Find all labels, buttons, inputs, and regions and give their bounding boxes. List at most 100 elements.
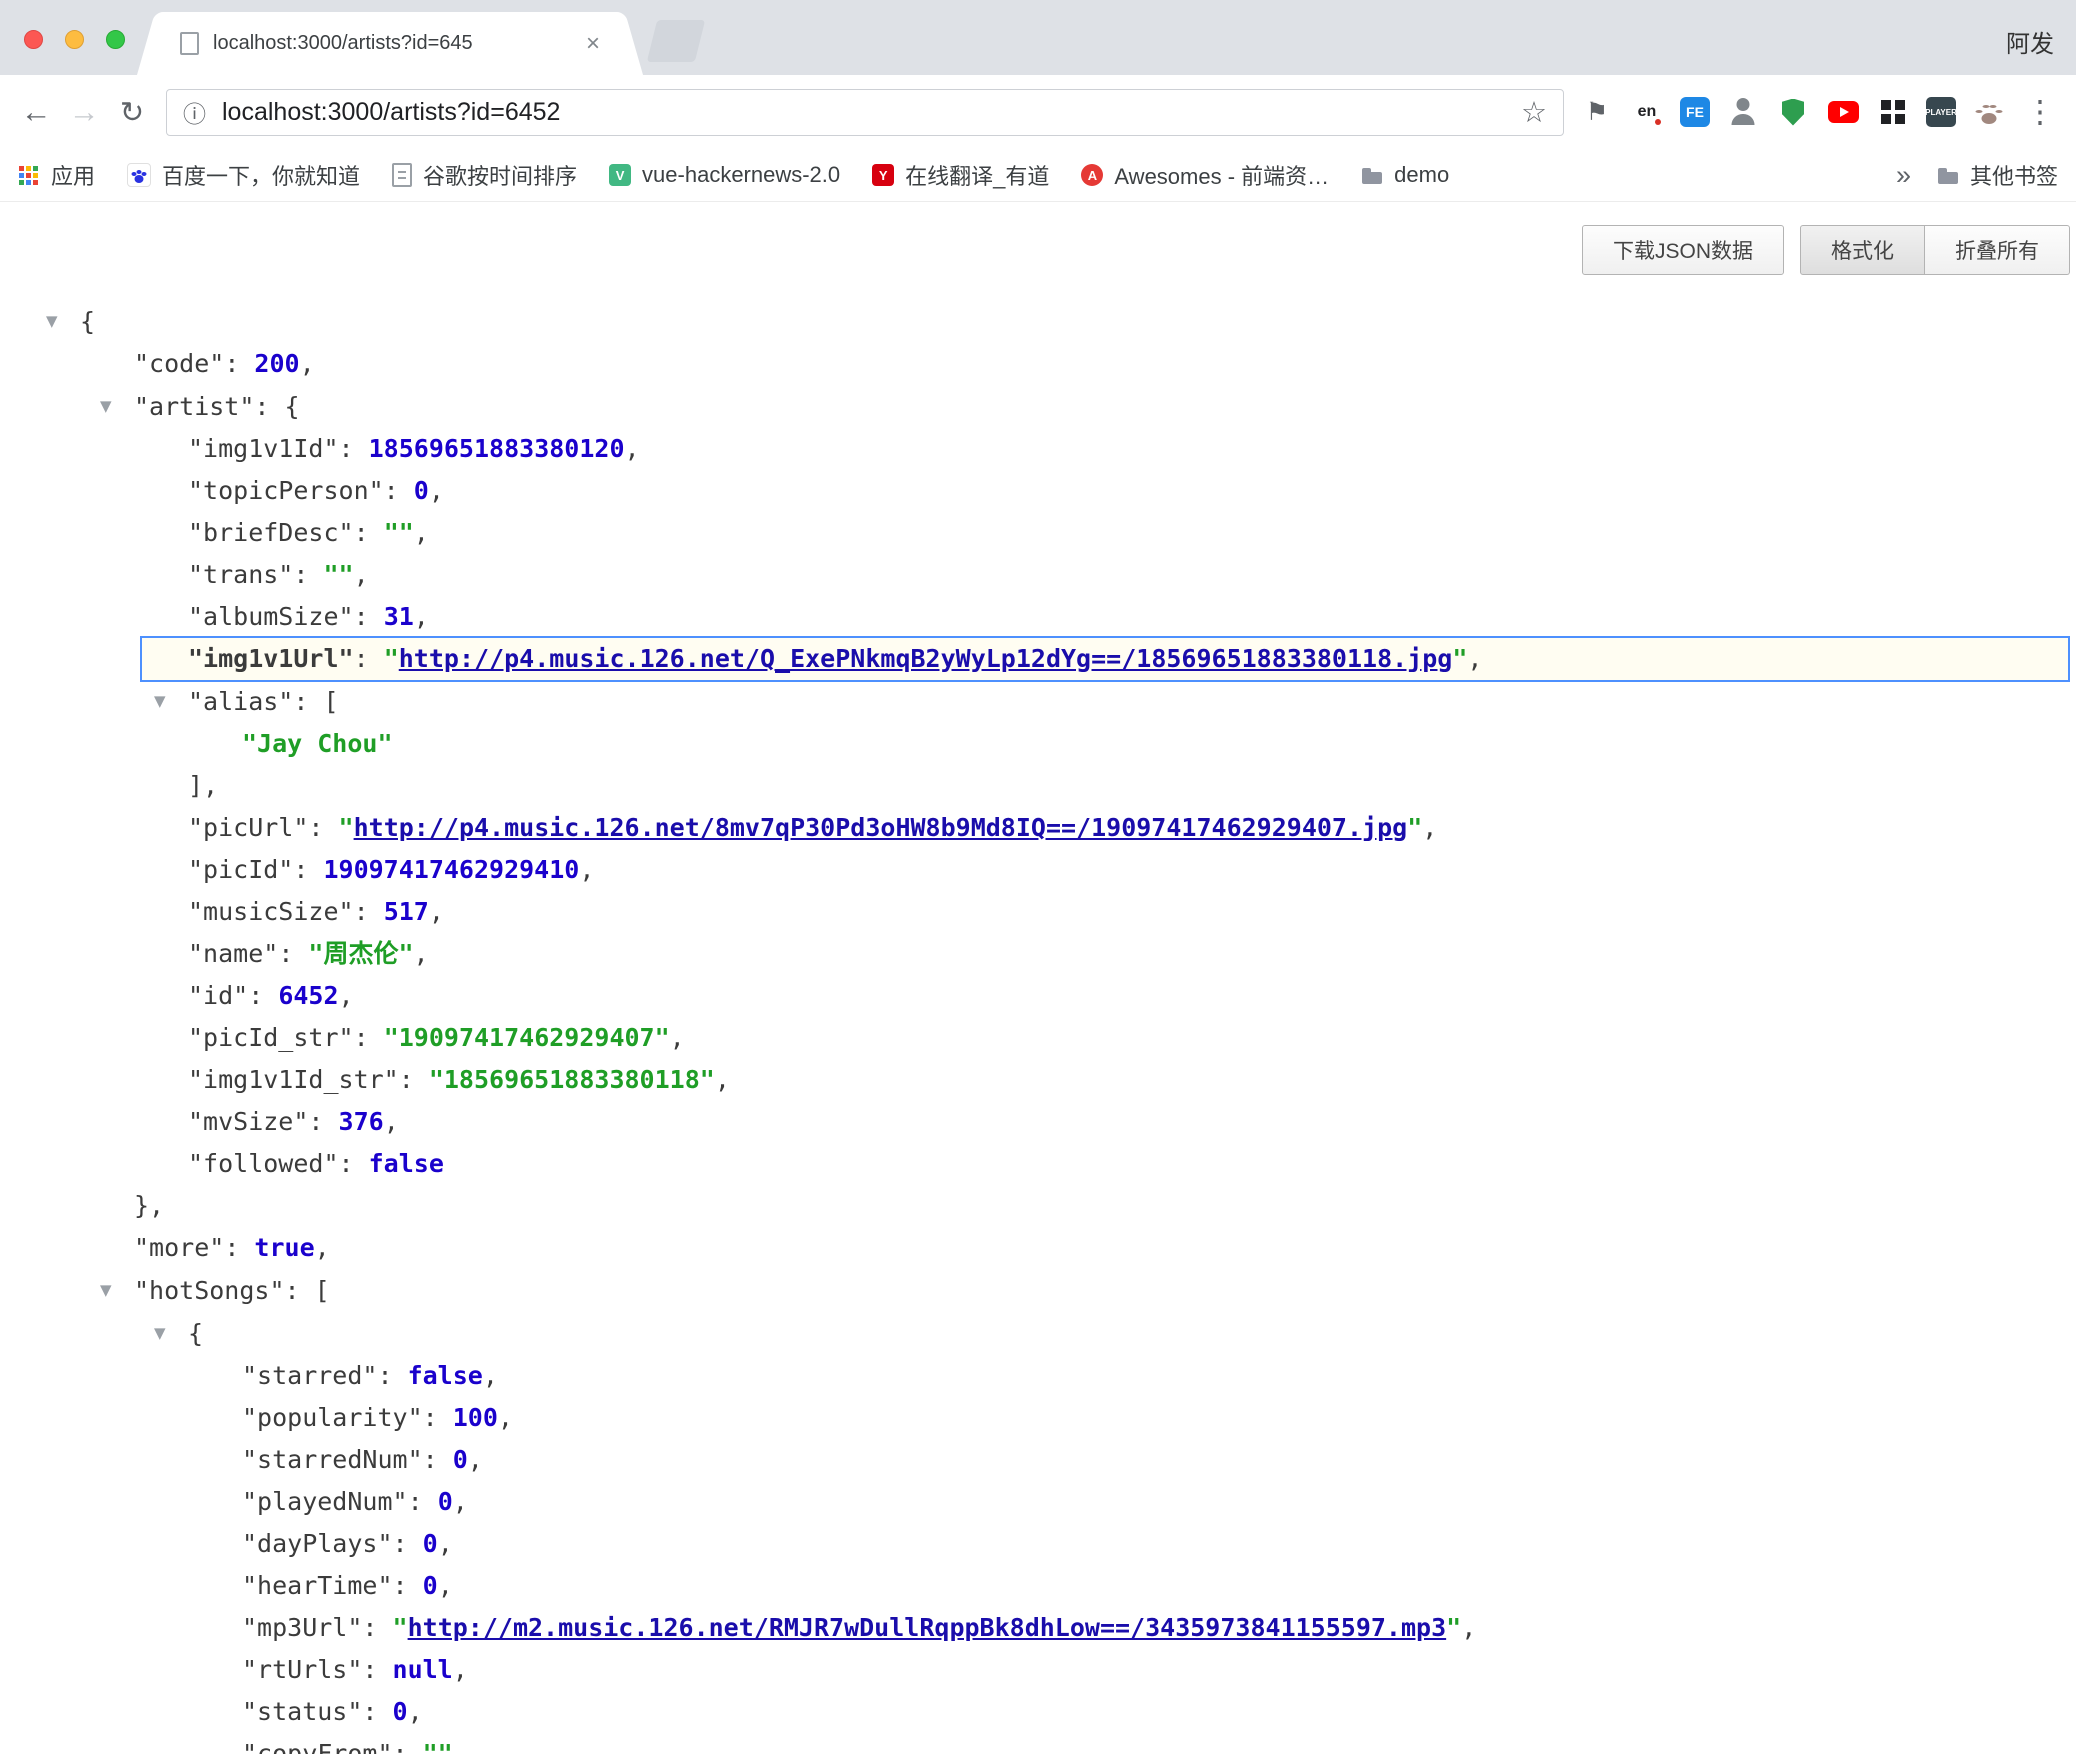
tab-close-icon[interactable]: ×	[586, 30, 600, 58]
json-number: 0	[414, 476, 429, 505]
folder-icon	[1361, 164, 1383, 186]
browser-tab[interactable]: localhost:3000/artists?id=645 ×	[160, 12, 620, 75]
bookmarks-overflow-chevron[interactable]: »	[1896, 160, 1911, 191]
adblock-shield-icon[interactable]	[1776, 95, 1810, 129]
qr-scan-extension-icon[interactable]	[1876, 95, 1910, 129]
json-punctuation: :	[285, 1276, 315, 1305]
collapse-toggle-icon[interactable]: ▼	[94, 1269, 134, 1311]
json-number: 200	[254, 349, 299, 378]
json-punctuation: :	[278, 939, 308, 968]
json-line: "picId_str": "19097417462929407",	[0, 1017, 2076, 1059]
paw-extension-icon[interactable]	[1972, 95, 2006, 129]
translate-extension-icon[interactable]: en	[1630, 95, 1664, 129]
browser-menu-button[interactable]: ⋮	[2016, 94, 2064, 130]
json-key: "hearTime"	[242, 1571, 393, 1600]
json-line: "starredNum": 0,	[0, 1439, 2076, 1481]
json-punctuation: :	[362, 1613, 392, 1642]
json-string: "Jay Chou"	[242, 729, 393, 758]
json-line: "followed": false	[0, 1143, 2076, 1185]
json-key: "img1v1Url"	[188, 644, 354, 673]
back-button[interactable]: ←	[12, 94, 60, 130]
json-punctuation: ,	[429, 476, 444, 505]
json-punctuation: :	[254, 392, 284, 421]
json-number: 100	[453, 1403, 498, 1432]
baidu-icon	[127, 163, 151, 187]
collapse-toggle-icon[interactable]: ▼	[148, 1312, 188, 1354]
new-tab-button[interactable]	[647, 20, 705, 62]
json-line: ▼"artist": {	[0, 385, 2076, 428]
json-key: "albumSize"	[188, 602, 354, 631]
json-key: "alias"	[188, 687, 293, 716]
player-extension-icon-glyph: PLAYER	[1925, 108, 1957, 117]
format-button[interactable]: 格式化	[1800, 225, 1925, 275]
bookmark-folder[interactable]: demo	[1361, 162, 1449, 188]
forward-button[interactable]: →	[60, 94, 108, 130]
address-bar[interactable]: ⓘ localhost:3000/artists?id=6452 ☆	[166, 89, 1564, 136]
json-punctuation: },	[134, 1191, 164, 1220]
close-window-button[interactable]	[24, 30, 43, 49]
reload-button[interactable]: ↻	[108, 95, 156, 130]
json-punctuation: :	[362, 1655, 392, 1684]
json-punctuation: :	[393, 1739, 423, 1754]
json-punctuation: ,	[414, 602, 429, 631]
json-key: "rtUrls"	[242, 1655, 362, 1684]
json-url-link[interactable]: http://m2.music.126.net/RMJR7wDullRqppBk…	[408, 1613, 1447, 1642]
json-key: "img1v1Id"	[188, 434, 339, 463]
bookmark-baidu[interactable]: 百度一下，你就知道	[127, 159, 360, 191]
json-punctuation: :	[293, 560, 323, 589]
json-punctuation: ,	[670, 1023, 685, 1052]
json-punctuation: ,	[498, 1403, 513, 1432]
json-line: "musicSize": 517,	[0, 891, 2076, 933]
bookmark-label: 百度一下，你就知道	[162, 159, 360, 191]
json-punctuation: ,	[354, 560, 369, 589]
bookmark-apps[interactable]: 应用	[18, 159, 95, 191]
json-punctuation: {	[285, 392, 300, 421]
collapse-toggle-icon[interactable]: ▼	[40, 300, 80, 342]
download-json-button[interactable]: 下载JSON数据	[1582, 225, 1784, 275]
vue-icon: V	[609, 164, 631, 186]
json-punctuation: :	[393, 1529, 423, 1558]
json-key: "musicSize"	[188, 897, 354, 926]
youtube-extension-icon[interactable]	[1826, 95, 1860, 129]
fullscreen-window-button[interactable]	[106, 30, 125, 49]
json-punctuation: ,	[339, 981, 354, 1010]
json-punctuation: {	[188, 1319, 203, 1348]
bookmark-star-icon[interactable]: ☆	[1521, 95, 1547, 130]
player-extension-icon[interactable]: PLAYER	[1926, 97, 1956, 127]
json-punctuation: ],	[188, 771, 218, 800]
minimize-window-button[interactable]	[65, 30, 84, 49]
json-punctuation: :	[354, 644, 384, 673]
json-line: "more": true,	[0, 1227, 2076, 1269]
page-document-icon	[180, 32, 199, 55]
bookmark-other-folder[interactable]: 其他书签	[1937, 159, 2058, 191]
json-url-link[interactable]: http://p4.music.126.net/8mv7qP30Pd3oHW8b…	[354, 813, 1408, 842]
json-line: },	[0, 1185, 2076, 1227]
collapse-toggle-icon[interactable]: ▼	[148, 680, 188, 722]
fe-extension-icon[interactable]: FE	[1680, 97, 1710, 127]
url-text[interactable]: localhost:3000/artists?id=6452	[222, 98, 1509, 127]
page-icon	[392, 163, 412, 187]
json-punctuation: ,	[315, 1233, 330, 1262]
json-punctuation: :	[393, 1571, 423, 1600]
json-punctuation: [	[323, 687, 338, 716]
flag-extension-icon[interactable]: ⚑	[1580, 95, 1614, 129]
navigation-bar: ← → ↻ ⓘ localhost:3000/artists?id=6452 ☆…	[0, 75, 2076, 149]
youdao-icon: Y	[872, 164, 894, 186]
json-number: 6452	[278, 981, 338, 1010]
bookmark-page[interactable]: 谷歌按时间排序	[392, 159, 577, 191]
json-key: "popularity"	[242, 1403, 423, 1432]
bookmark-awesomes[interactable]: AAwesomes - 前端资…	[1081, 159, 1329, 191]
fe-extension-icon-glyph: FE	[1686, 104, 1704, 120]
collapse-toggle-icon[interactable]: ▼	[94, 385, 134, 427]
profile-name[interactable]: 阿发	[2006, 24, 2054, 59]
json-punctuation: :	[384, 476, 414, 505]
json-punctuation: ,	[1422, 813, 1437, 842]
bookmark-vue[interactable]: Vvue-hackernews-2.0	[609, 162, 840, 188]
json-punctuation: ,	[300, 349, 315, 378]
bookmark-youdao[interactable]: Y在线翻译_有道	[872, 159, 1049, 191]
site-info-icon[interactable]: ⓘ	[183, 95, 206, 129]
profile-extension-icon[interactable]	[1726, 95, 1760, 129]
json-url-link[interactable]: http://p4.music.126.net/Q_ExePNkmqB2yWyL…	[399, 644, 1453, 673]
collapse-all-button[interactable]: 折叠所有	[1925, 225, 2070, 275]
json-string: ""	[384, 518, 414, 547]
